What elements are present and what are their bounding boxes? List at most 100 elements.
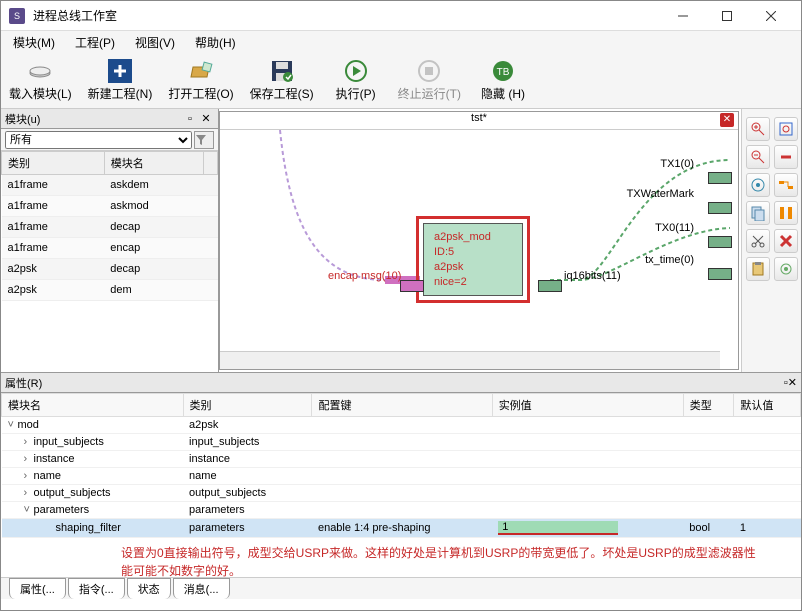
col-header[interactable]: 配置键	[312, 394, 492, 417]
titlebar: S 进程总线工作室	[1, 1, 801, 31]
tab-msg[interactable]: 消息(...	[173, 578, 230, 599]
table-row[interactable]: a2pskdem	[2, 280, 218, 301]
menu-help[interactable]: 帮助(H)	[187, 32, 244, 53]
panel-close-icon[interactable]: ✕	[788, 376, 797, 389]
module-table[interactable]: 类别 模块名 a1frameaskdema1frameaskmoda1frame…	[1, 151, 218, 372]
canvas-hscroll[interactable]	[220, 351, 720, 369]
funnel-icon	[195, 134, 207, 146]
port-in[interactable]	[400, 280, 424, 292]
undock-icon[interactable]: ▫	[182, 113, 198, 125]
property-table[interactable]: 模块名类别配置键实例值类型默认值 ˅moda2psk›input_subject…	[1, 393, 801, 538]
tool-label: 终止运行(T)	[398, 85, 461, 102]
minus-icon	[778, 149, 794, 165]
menu-view[interactable]: 视图(V)	[127, 32, 183, 53]
tool-label: 执行(P)	[336, 85, 376, 102]
new-project-button[interactable]: 新建工程(N)	[80, 55, 161, 107]
paste-button[interactable]	[746, 257, 770, 281]
execute-button[interactable]: 执行(P)	[322, 55, 390, 107]
connect-button[interactable]	[774, 173, 798, 197]
workspace: 模块(u) ▫ ✕ 所有 类别 模块名 a1frameaskdema1frame…	[1, 109, 801, 372]
zoom-out-icon	[750, 149, 766, 165]
close-button[interactable]	[749, 2, 793, 30]
table-row[interactable]: shaping_filterparametersenable 1:4 pre-s…	[2, 519, 801, 538]
cut-button[interactable]	[746, 229, 770, 253]
table-row[interactable]: ˅parametersparameters	[2, 502, 801, 519]
canvas-close-button[interactable]: ✕	[720, 113, 734, 127]
open-project-button[interactable]: 打开工程(O)	[160, 55, 241, 107]
port-tx0[interactable]	[708, 236, 732, 248]
port-txwm[interactable]	[708, 202, 732, 214]
col-header[interactable]: 类别	[183, 394, 312, 417]
delete-button[interactable]	[774, 145, 798, 169]
canvas-main[interactable]: tst* ✕ encap msg(10) a2psk_mod	[219, 111, 739, 370]
port-tx1[interactable]	[708, 172, 732, 184]
copy-button[interactable]	[746, 201, 770, 225]
col-header[interactable]: 类型	[683, 394, 734, 417]
tab-status[interactable]: 状态	[127, 578, 171, 599]
node-line: ID:5	[434, 245, 512, 260]
table-row[interactable]: a1frameaskmod	[2, 196, 218, 217]
copy-icon	[750, 205, 766, 221]
table-row[interactable]: ›instanceinstance	[2, 451, 801, 468]
plus-icon	[108, 59, 132, 83]
zoom-out-button[interactable]	[746, 145, 770, 169]
load-module-button[interactable]: 载入模块(L)	[1, 55, 80, 107]
zoom-in-button[interactable]	[746, 117, 770, 141]
connect-icon	[778, 177, 794, 193]
port-label-tx0: TX0(11)	[655, 222, 694, 234]
table-row[interactable]: ˅moda2psk	[2, 417, 801, 434]
table-row[interactable]: ›namename	[2, 468, 801, 485]
filter-button[interactable]	[194, 131, 214, 149]
table-row[interactable]: ›input_subjectsinput_subjects	[2, 434, 801, 451]
filter-select[interactable]: 所有	[5, 131, 192, 149]
col-name[interactable]: 模块名	[104, 152, 203, 175]
table-row[interactable]: a2pskdecap	[2, 259, 218, 280]
maximize-button[interactable]	[705, 2, 749, 30]
col-header[interactable]: 模块名	[2, 394, 184, 417]
save-icon	[270, 59, 294, 83]
port-label-txwm: TXWaterMark	[627, 188, 694, 200]
col-header[interactable]: 实例值	[492, 394, 683, 417]
disk-icon	[28, 59, 52, 83]
node-a2psk-mod[interactable]: a2psk_mod ID:5 a2psk nice=2	[416, 216, 530, 303]
disc-button[interactable]	[746, 173, 770, 197]
port-out[interactable]	[538, 280, 562, 292]
port-txtime[interactable]	[708, 268, 732, 280]
tab-cmd[interactable]: 指令(...	[68, 578, 125, 599]
save-project-button[interactable]: 保存工程(S)	[242, 55, 322, 107]
tool-label: 保存工程(S)	[250, 85, 314, 102]
menu-project[interactable]: 工程(P)	[67, 32, 123, 53]
menubar: 模块(M) 工程(P) 视图(V) 帮助(H)	[1, 31, 801, 53]
align-button[interactable]	[774, 201, 798, 225]
filter-row: 所有	[1, 129, 218, 151]
property-panel: 属性(R) ▫ ✕ 模块名类别配置键实例值类型默认值 ˅moda2psk›inp…	[1, 372, 801, 577]
table-row[interactable]: a1frameaskdem	[2, 175, 218, 196]
x-icon	[778, 233, 794, 249]
tab-prop[interactable]: 属性(...	[9, 578, 66, 599]
property-panel-header: 属性(R) ▫ ✕	[1, 373, 801, 393]
col-category[interactable]: 类别	[2, 152, 105, 175]
menu-module[interactable]: 模块(M)	[5, 32, 63, 53]
clipboard-icon	[750, 261, 766, 277]
minimize-button[interactable]	[661, 2, 705, 30]
panel-close-icon[interactable]: ✕	[198, 112, 214, 125]
misc-button[interactable]	[774, 257, 798, 281]
right-toolbar	[741, 109, 801, 372]
table-row[interactable]: a1frameencap	[2, 238, 218, 259]
table-row[interactable]: a1framedecap	[2, 217, 218, 238]
panel-title: 属性(R)	[5, 375, 42, 391]
property-body[interactable]: 模块名类别配置键实例值类型默认值 ˅moda2psk›input_subject…	[1, 393, 801, 577]
table-row[interactable]: ›output_subjectsoutput_subjects	[2, 485, 801, 502]
play-icon	[344, 59, 368, 83]
remove-button[interactable]	[774, 229, 798, 253]
tool-label: 隐藏 (H)	[481, 85, 525, 102]
gear-icon	[778, 261, 794, 277]
hide-icon: TB	[491, 59, 515, 83]
hide-button[interactable]: TB 隐藏 (H)	[469, 55, 537, 107]
disc-icon	[750, 177, 766, 193]
zoom-fit-button[interactable]	[774, 117, 798, 141]
col-header[interactable]: 默认值	[734, 394, 801, 417]
canvas-viewport[interactable]: encap msg(10) a2psk_mod ID:5 a2psk nice=…	[220, 130, 738, 351]
app-icon: S	[9, 8, 25, 24]
stop-icon	[417, 59, 441, 83]
